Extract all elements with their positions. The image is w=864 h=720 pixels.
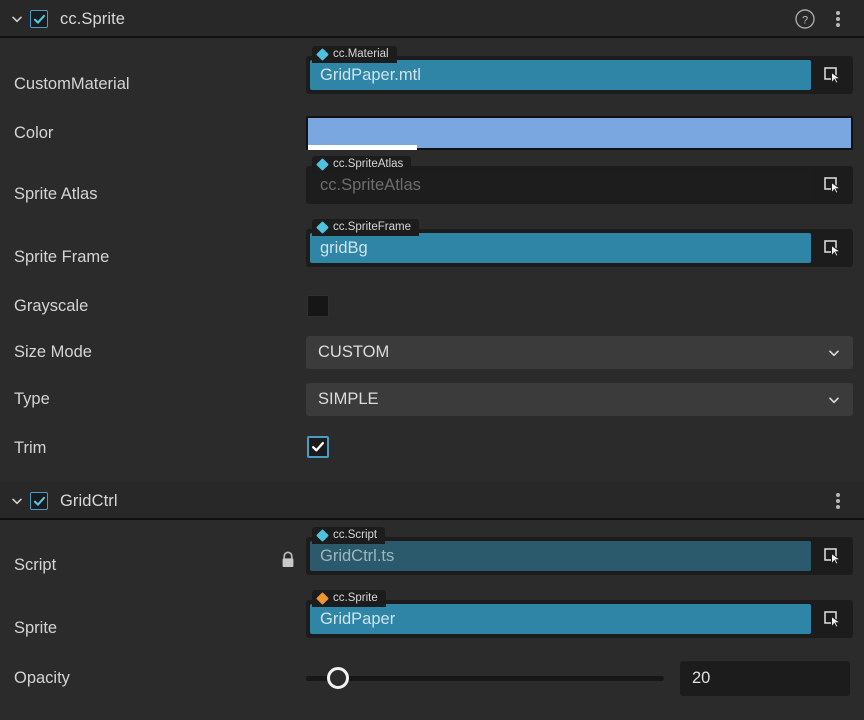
property-row-opacity: Opacity 20 xyxy=(0,660,864,696)
slider-track[interactable] xyxy=(306,675,664,681)
gridctrl-sprite-input[interactable]: GridPaper xyxy=(310,604,811,634)
property-label: Script xyxy=(14,555,57,574)
menu-dot xyxy=(836,505,840,509)
chevron-down-icon xyxy=(829,349,839,356)
menu-dot xyxy=(836,499,840,503)
property-label: Opacity xyxy=(14,668,70,687)
asset-diamond-icon xyxy=(316,158,329,171)
locate-asset-icon[interactable] xyxy=(815,233,849,263)
type-value: SIMPLE xyxy=(318,390,379,408)
kebab-menu-icon[interactable] xyxy=(828,488,848,514)
grayscale-checkbox[interactable] xyxy=(307,295,329,317)
property-row-grayscale: Grayscale xyxy=(0,290,864,322)
property-label: Type xyxy=(14,390,50,408)
property-label: Trim xyxy=(14,438,47,457)
asset-type-label: cc.Material xyxy=(333,47,389,60)
property-row-gridctrl-sprite: Sprite cc.Sprite GridPaper xyxy=(0,590,864,652)
menu-dot xyxy=(836,493,840,497)
locate-asset-icon[interactable] xyxy=(815,604,849,634)
script-input: GridCtrl.ts xyxy=(310,541,811,571)
property-row-script: Script cc.Script GridCtrl.ts xyxy=(0,527,864,589)
asset-diamond-icon xyxy=(316,529,329,542)
asset-type-tag: cc.Script xyxy=(312,527,386,544)
opacity-slider[interactable] xyxy=(306,663,664,693)
component-header-cc-sprite[interactable]: cc.Sprite ? xyxy=(0,0,864,38)
menu-dot xyxy=(836,17,840,21)
property-label: Color xyxy=(14,123,54,142)
property-label: CustomMaterial xyxy=(14,74,130,93)
kebab-menu-icon[interactable] xyxy=(828,6,848,32)
inspector-panel: cc.Sprite ? CustomMaterial cc.Material G… xyxy=(0,0,864,720)
property-label: Sprite Frame xyxy=(14,247,110,266)
type-field: SIMPLE xyxy=(306,383,853,416)
property-row-custom-material: CustomMaterial cc.Material GridPaper.mtl xyxy=(0,46,864,108)
svg-text:?: ? xyxy=(802,14,808,26)
property-row-color: Color xyxy=(0,111,864,155)
asset-type-label: cc.SpriteAtlas xyxy=(333,157,404,170)
trim-checkbox[interactable] xyxy=(307,436,329,458)
sprite-atlas-input[interactable]: cc.SpriteAtlas xyxy=(310,170,811,200)
asset-type-tag: cc.SpriteFrame xyxy=(312,219,419,236)
property-row-sprite-atlas: Sprite Atlas cc.SpriteAtlas cc.SpriteAtl… xyxy=(0,156,864,218)
component-enable-checkbox-cc-sprite[interactable] xyxy=(30,10,48,28)
asset-type-tag: cc.Material xyxy=(312,46,397,63)
property-row-type: Type SIMPLE xyxy=(0,383,864,416)
locate-asset-icon[interactable] xyxy=(815,541,849,571)
locate-asset-icon[interactable] xyxy=(815,60,849,90)
size-mode-select[interactable]: CUSTOM xyxy=(306,336,853,369)
size-mode-value: CUSTOM xyxy=(318,343,390,361)
component-diamond-icon xyxy=(316,592,329,605)
asset-diamond-icon xyxy=(316,48,329,61)
color-swatch[interactable] xyxy=(306,116,853,150)
property-row-trim: Trim xyxy=(0,432,864,464)
asset-type-tag: cc.SpriteAtlas xyxy=(312,156,412,173)
component-type-label: cc.Sprite xyxy=(333,591,378,604)
chevron-down-icon[interactable] xyxy=(6,8,28,30)
property-row-size-mode: Size Mode CUSTOM xyxy=(0,336,864,369)
color-swatch-fill xyxy=(308,118,851,148)
asset-diamond-icon xyxy=(316,221,329,234)
chevron-down-icon[interactable] xyxy=(6,490,28,512)
slider-thumb[interactable] xyxy=(327,667,350,689)
property-label: Size Mode xyxy=(14,343,92,361)
chevron-down-icon xyxy=(829,396,839,403)
help-circle-icon[interactable]: ? xyxy=(792,6,818,32)
script-field: cc.Script GridCtrl.ts xyxy=(306,527,853,579)
size-mode-field: CUSTOM xyxy=(306,336,853,369)
property-label: Sprite xyxy=(14,618,58,637)
component-title: cc.Sprite xyxy=(60,9,126,28)
sprite-frame-field: cc.SpriteFrame gridBg xyxy=(306,219,853,271)
asset-box: GridCtrl.ts xyxy=(306,537,853,575)
color-alpha-bar xyxy=(308,145,417,150)
opacity-value-input[interactable]: 20 xyxy=(680,661,850,696)
custom-material-input[interactable]: GridPaper.mtl xyxy=(310,60,811,90)
component-title: GridCtrl xyxy=(60,491,118,510)
custom-material-field: cc.Material GridPaper.mtl xyxy=(306,46,853,98)
property-row-sprite-frame: Sprite Frame cc.SpriteFrame gridBg xyxy=(0,219,864,281)
menu-dot xyxy=(836,11,840,15)
menu-dot xyxy=(836,23,840,27)
locate-asset-icon[interactable] xyxy=(815,170,849,200)
asset-type-label: cc.Script xyxy=(333,528,378,541)
component-header-gridctrl[interactable]: GridCtrl xyxy=(0,482,864,520)
component-enable-checkbox-gridctrl[interactable] xyxy=(30,492,48,510)
sprite-frame-input[interactable]: gridBg xyxy=(310,233,811,263)
type-select[interactable]: SIMPLE xyxy=(306,383,853,416)
property-label: Grayscale xyxy=(14,296,89,315)
asset-box: GridPaper xyxy=(306,600,853,638)
asset-type-label: cc.SpriteFrame xyxy=(333,220,411,233)
component-type-tag: cc.Sprite xyxy=(312,590,386,607)
gridctrl-sprite-field: cc.Sprite GridPaper xyxy=(306,590,853,642)
lock-icon xyxy=(280,551,296,569)
color-field xyxy=(306,116,853,150)
property-label: Sprite Atlas xyxy=(14,184,98,203)
sprite-atlas-field: cc.SpriteAtlas cc.SpriteAtlas xyxy=(306,156,853,208)
